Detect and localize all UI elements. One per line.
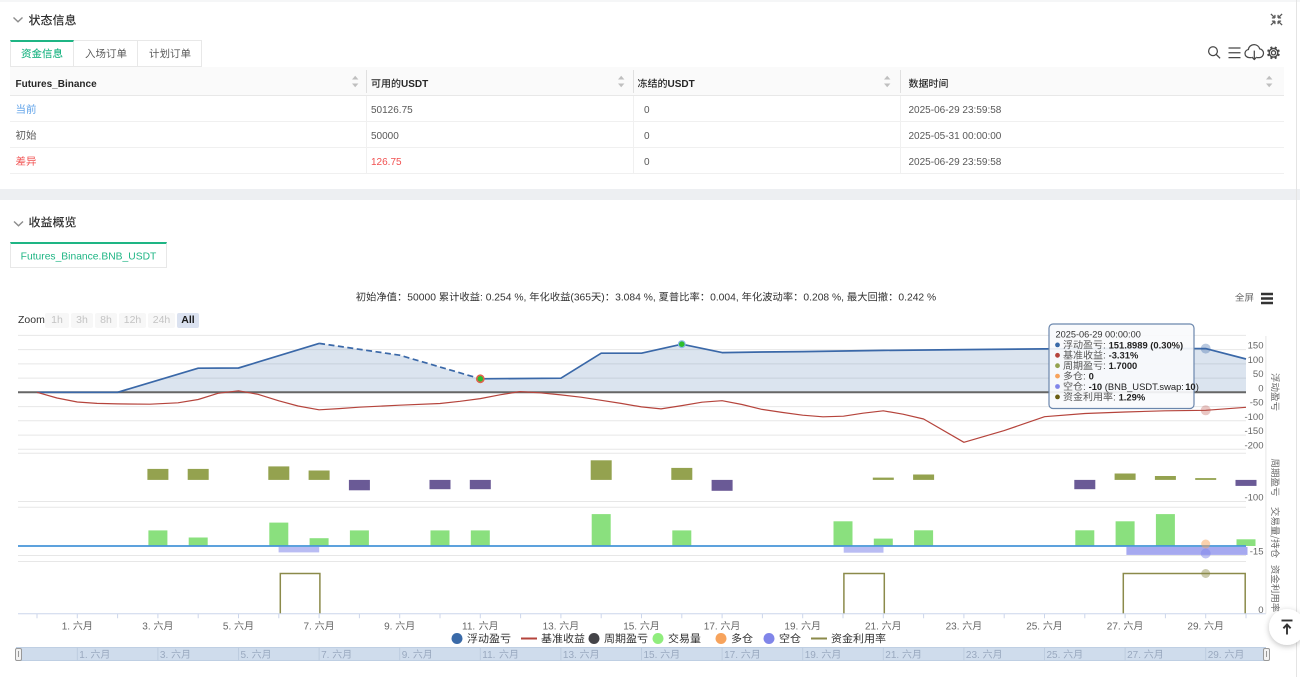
svg-text:-3.31%: -3.31% — [1109, 350, 1139, 361]
svg-text:0: 0 — [644, 157, 650, 168]
svg-text:0: 0 — [644, 105, 650, 116]
svg-text:-100: -100 — [1244, 493, 1263, 504]
svg-text:1.: 1. — [62, 621, 73, 632]
svg-text:0: 0 — [644, 131, 650, 142]
svg-text:150: 150 — [1248, 341, 1264, 352]
svg-text:27.: 27. — [1107, 621, 1124, 632]
svg-text::: : — [1083, 382, 1089, 393]
svg-text:2025-06-29 23:59:58: 2025-06-29 23:59:58 — [909, 157, 1002, 168]
svg-text:2025-06-29 23:59:58: 2025-06-29 23:59:58 — [909, 105, 1002, 116]
svg-text:13.: 13. — [543, 621, 560, 632]
svg-text:-15: -15 — [1250, 547, 1264, 558]
svg-text:): ) — [1196, 381, 1199, 392]
svg-text:2025-05-31 00:00:00: 2025-05-31 00:00:00 — [909, 131, 1002, 142]
svg-text:151.8989 (0.30%): 151.8989 (0.30%) — [1109, 339, 1184, 350]
svg-text:10: 10 — [1185, 381, 1195, 392]
svg-text:5.: 5. — [223, 621, 234, 632]
svg-text:126.75: 126.75 — [371, 157, 402, 168]
svg-text:50126.75: 50126.75 — [371, 105, 413, 116]
svg-text:29.: 29. — [1187, 621, 1204, 632]
svg-text:0.242 %: 0.242 % — [898, 293, 936, 304]
svg-text::: : — [1103, 361, 1109, 372]
svg-text:1.7000: 1.7000 — [1109, 360, 1138, 371]
svg-text:(365: (365 — [570, 293, 591, 304]
svg-text:(BNB_USDT.swap:: (BNB_USDT.swap: — [1102, 381, 1184, 392]
svg-text:15.: 15. — [623, 621, 640, 632]
svg-text:-150: -150 — [1244, 426, 1263, 437]
svg-text::: : — [1083, 372, 1089, 383]
svg-text:-100: -100 — [1244, 412, 1263, 423]
svg-text:0: 0 — [1258, 383, 1263, 394]
svg-text::: : — [1103, 351, 1109, 362]
svg-text:3.084 %,: 3.084 %, — [615, 293, 659, 304]
svg-text:50: 50 — [1253, 369, 1264, 380]
svg-text::: : — [1103, 340, 1109, 351]
svg-text:0: 0 — [1258, 605, 1263, 616]
svg-text:1.29%: 1.29% — [1119, 391, 1146, 402]
svg-text:: 0.254 %,: : 0.254 %, — [480, 293, 529, 304]
svg-text:50000: 50000 — [371, 131, 399, 142]
svg-text:2025-06-29 00:00:00: 2025-06-29 00:00:00 — [1056, 329, 1141, 339]
svg-text:0.208 %,: 0.208 %, — [803, 293, 847, 304]
svg-text:11.: 11. — [462, 621, 478, 632]
svg-text:-10: -10 — [1089, 381, 1103, 392]
svg-text:9.: 9. — [384, 621, 395, 632]
svg-text:50000: 50000 — [407, 293, 439, 304]
svg-text:-200: -200 — [1244, 440, 1263, 451]
svg-text:0: 0 — [1089, 371, 1094, 382]
svg-text:3.: 3. — [142, 621, 153, 632]
svg-text:-50: -50 — [1250, 398, 1264, 409]
svg-text:): ) — [601, 293, 604, 304]
svg-text:23.: 23. — [946, 621, 963, 632]
svg-text::: : — [1113, 392, 1119, 403]
svg-text:0.004,: 0.004, — [710, 293, 742, 304]
svg-text:19.: 19. — [784, 621, 801, 632]
svg-text:21.: 21. — [865, 621, 882, 632]
svg-text:7.: 7. — [304, 621, 315, 632]
svg-text:100: 100 — [1248, 355, 1264, 366]
svg-text:25.: 25. — [1026, 621, 1043, 632]
svg-text:17.: 17. — [704, 621, 721, 632]
